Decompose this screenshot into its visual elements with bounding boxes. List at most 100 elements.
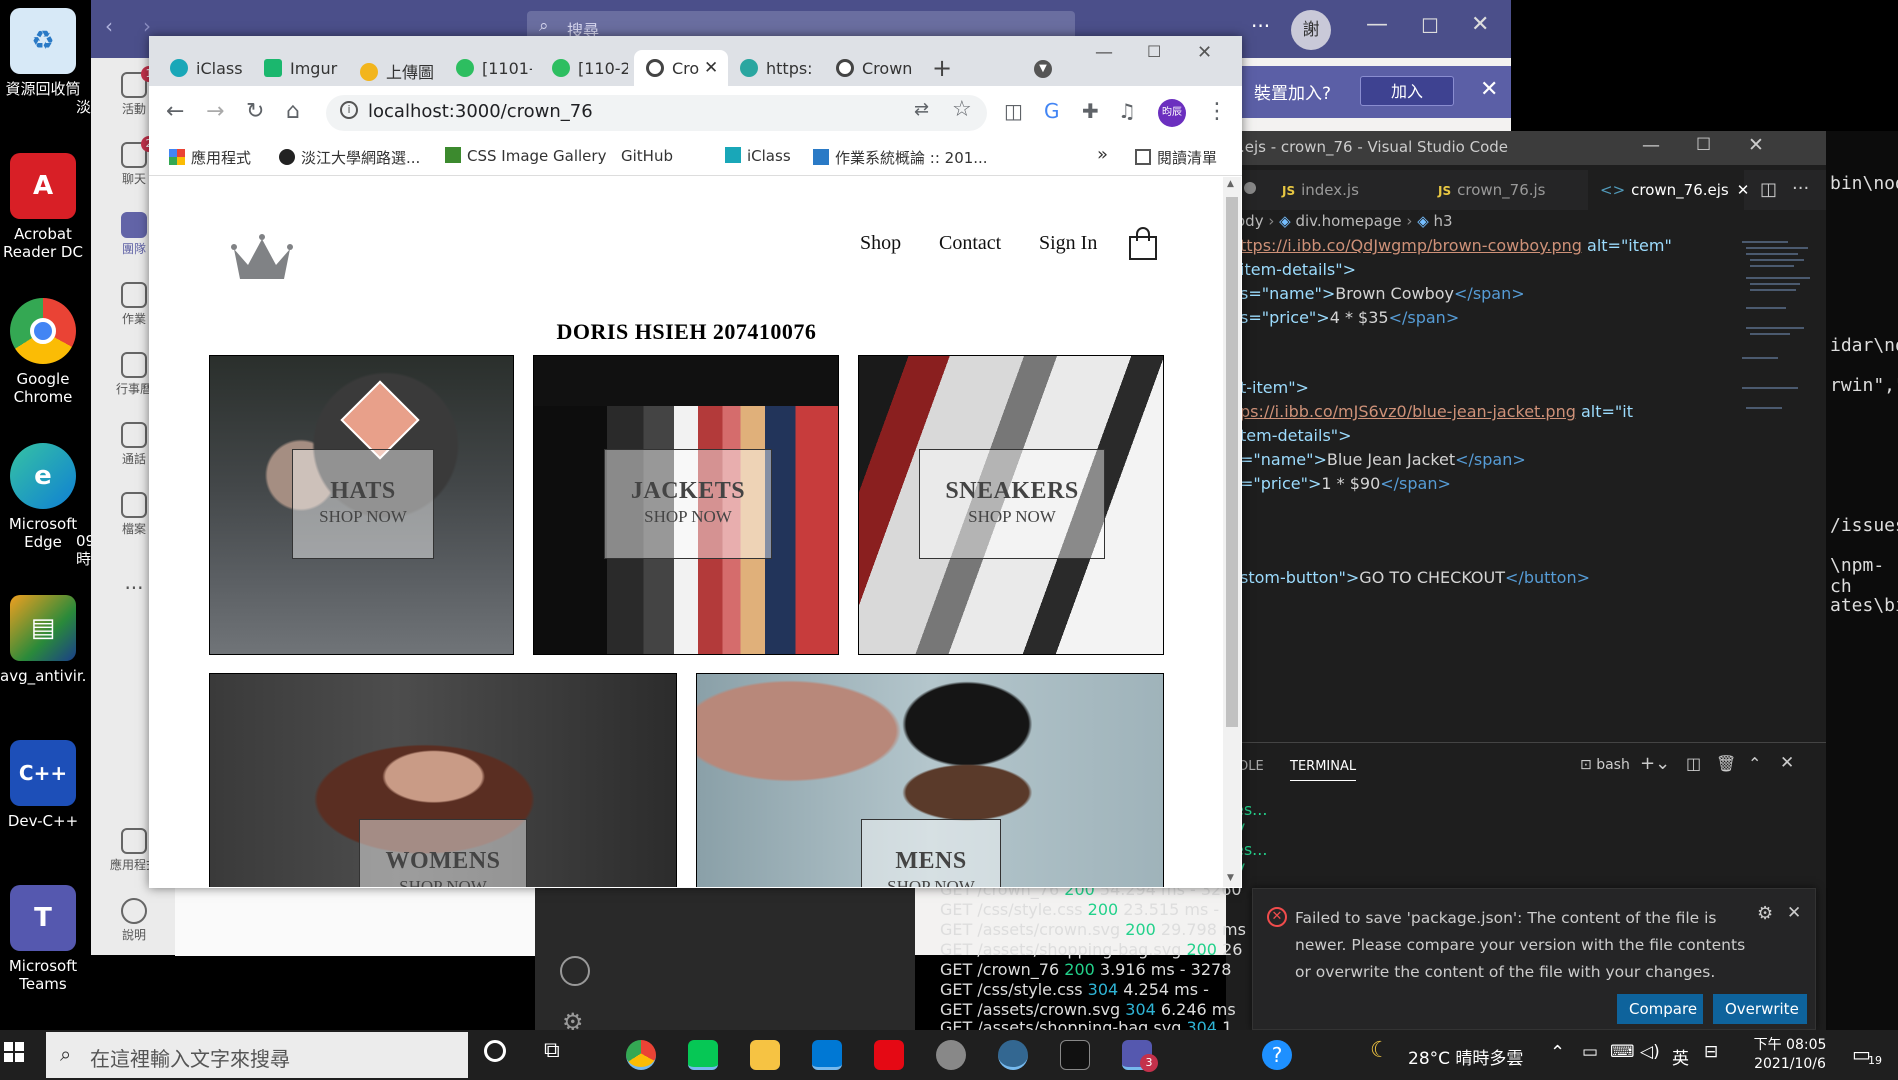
taskbar-vscode-icon[interactable] (812, 1040, 842, 1070)
maximize-icon[interactable]: ☐ (1696, 135, 1711, 155)
tab-index-js[interactable]: JS index.js (1270, 170, 1371, 210)
close-icon[interactable]: ✕ (1748, 134, 1764, 156)
clock-date[interactable]: 2021/10/6 (1748, 1056, 1832, 1072)
extensions-puzzle-icon[interactable]: ✚ (1082, 99, 1099, 123)
close-icon[interactable]: ✕ (1471, 12, 1489, 37)
panel-tab-terminal[interactable]: TERMINAL (1290, 759, 1357, 781)
line-extension-icon[interactable]: ◫ (1004, 99, 1023, 123)
code-line[interactable]: t-item"> (1240, 378, 1309, 397)
back-arrow-icon[interactable]: ‹ (105, 14, 113, 38)
split-terminal-icon[interactable]: ◫ (1686, 754, 1701, 773)
taskbar-file-explorer-icon[interactable] (750, 1040, 780, 1070)
minimize-icon[interactable]: — (1642, 135, 1660, 156)
battery-icon[interactable]: ▭ (1582, 1042, 1598, 1062)
bookmark-tku-course[interactable]: 淡江大學網路選... (279, 147, 420, 168)
category-tile-jackets[interactable]: JACKETS SHOP NOW (533, 355, 839, 655)
gear-icon[interactable]: ⚙ (1757, 903, 1773, 924)
desktop-icon-chrome[interactable]: Google Chrome (0, 298, 86, 406)
maximize-icon[interactable]: ☐ (1147, 42, 1161, 61)
chrome-tab[interactable]: [1101- (456, 52, 532, 86)
shopping-bag-icon[interactable] (1128, 227, 1158, 261)
translate-icon[interactable]: ⇄ (914, 99, 929, 120)
home-icon[interactable]: ⌂ (286, 99, 300, 124)
add-terminal-icon[interactable]: +⌄ (1640, 753, 1670, 774)
taskbar-chrome-icon[interactable] (626, 1040, 656, 1070)
nav-sign-in[interactable]: Sign In (1039, 232, 1097, 255)
new-tab-button[interactable]: + (932, 54, 952, 82)
taskbar-netflix-icon[interactable] (874, 1040, 904, 1070)
overwrite-button[interactable]: Overwrite (1713, 994, 1807, 1024)
category-tile-sneakers[interactable]: SNEAKERS SHOP NOW (858, 355, 1164, 655)
reload-icon[interactable]: ↻ (246, 99, 264, 124)
chevron-up-icon[interactable]: ⌃ (1748, 754, 1761, 773)
help-icon[interactable]: ? (1262, 1040, 1292, 1070)
volume-icon[interactable]: ◁) (1640, 1042, 1660, 1062)
nav-contact[interactable]: Contact (939, 232, 1001, 255)
chrome-tab[interactable]: Crown (836, 52, 912, 86)
bookmark-os-course[interactable]: 作業系統概論 :: 201... (813, 147, 988, 168)
chrome-tab[interactable]: 上傳圖 (360, 52, 436, 86)
chrome-tab[interactable]: iClass (170, 52, 246, 86)
split-editor-icon[interactable]: ◫ (1760, 179, 1777, 200)
notification-close-icon[interactable]: ✕ (1787, 903, 1801, 923)
forward-arrow-icon[interactable]: › (143, 14, 151, 38)
bookmark-css-gallery[interactable]: CSS Image Gallery (445, 147, 606, 165)
reading-list[interactable]: 閱讀清單 (1135, 147, 1217, 168)
crown-logo-icon[interactable] (230, 231, 294, 281)
scroll-down-icon[interactable]: ▼ (1227, 873, 1234, 883)
code-line[interactable]: s="name">Brown Cowboy</span> (1240, 284, 1525, 303)
code-line[interactable]: item-details"> (1240, 260, 1356, 279)
tab-close-icon[interactable]: ✕ (704, 58, 718, 78)
category-tile-mens[interactable]: MENS SHOP NOW (696, 673, 1164, 887)
desktop-icon-avg[interactable]: ▤ avg_antivir... (0, 595, 86, 685)
bookmark-iclass[interactable]: iClass (725, 147, 791, 165)
windows-start-icon[interactable] (4, 1042, 24, 1062)
address-bar[interactable]: i localhost:3000/crown_76 ⇄ ☆ (326, 95, 987, 131)
more-actions-icon[interactable]: ··· (1792, 178, 1809, 199)
desktop-icon-teams[interactable]: T Microsoft Teams (0, 885, 86, 993)
chrome-tab[interactable]: [110-2 (552, 52, 628, 86)
terminal-shell-selector[interactable]: ⊡ bash (1580, 757, 1630, 773)
ime-indicator[interactable]: 英 (1672, 1044, 1689, 1069)
scrollbar-thumb[interactable] (1226, 197, 1238, 727)
trash-icon[interactable]: 🗑 (1716, 754, 1736, 773)
category-tile-womens[interactable]: WOMENS SHOP NOW (209, 673, 677, 887)
category-tile-hats[interactable]: HATS SHOP NOW (209, 355, 514, 655)
weather-text[interactable]: 28°C 晴時多雲 (1408, 1044, 1523, 1069)
minimize-icon[interactable]: — (1095, 42, 1113, 63)
tab-crown-76-js[interactable]: JS crown_76.js (1426, 170, 1557, 210)
taskbar-line-icon[interactable] (688, 1040, 718, 1070)
page-scrollbar[interactable]: ▲ ▼ (1223, 177, 1241, 887)
code-line[interactable]: ttps://i.ibb.co/QdJwgmp/brown-cowboy.png… (1240, 236, 1672, 255)
bookmarks-overflow[interactable]: » (1097, 144, 1108, 165)
clock-time[interactable]: 下午 08:05 (1748, 1034, 1832, 1054)
tray-chevron-up-icon[interactable]: ⌃ (1550, 1042, 1565, 1063)
desktop-icon-edge[interactable]: e Microsoft Edge (0, 443, 86, 551)
cortana-icon[interactable] (484, 1040, 506, 1062)
bookmark-apps[interactable]: 應用程式 (169, 147, 251, 168)
rail-item-help[interactable]: 說明 (91, 898, 177, 943)
code-minimap[interactable] (1738, 238, 1824, 428)
scroll-up-icon[interactable]: ▲ (1227, 179, 1234, 189)
task-view-icon[interactable]: ⧉ (544, 1038, 560, 1063)
code-line[interactable]: ps://i.ibb.co/mJS6vz0/blue-jean-jacket.p… (1240, 402, 1633, 421)
code-line[interactable]: ="name">Blue Jean Jacket</span> (1240, 450, 1526, 469)
taskbar-app-icon[interactable] (936, 1040, 966, 1070)
star-icon[interactable]: ☆ (952, 97, 972, 122)
taskbar-terminal-icon[interactable] (1060, 1040, 1090, 1070)
minimize-icon[interactable]: — (1366, 12, 1388, 37)
chrome-tab[interactable]: https: (740, 52, 816, 86)
network-icon[interactable]: ⌨ (1610, 1042, 1635, 1062)
person-icon[interactable] (560, 956, 590, 986)
desktop-icon-devcpp[interactable]: C++ Dev-C++ (0, 740, 86, 830)
bookmark-github[interactable]: GitHub (621, 147, 673, 165)
panel-close-icon[interactable]: ✕ (1780, 753, 1794, 773)
close-icon[interactable]: ✕ (1197, 42, 1212, 63)
media-control-icon[interactable]: ♫ (1118, 99, 1136, 123)
banner-close-icon[interactable]: ✕ (1480, 77, 1498, 102)
more-options-icon[interactable]: ··· (1251, 14, 1270, 38)
tab-crown-76-ejs[interactable]: <> crown_76.ejs ✕ (1588, 170, 1749, 210)
maximize-icon[interactable]: ☐ (1421, 14, 1439, 38)
desktop-icon-acrobat[interactable]: A Acrobat Reader DC (0, 153, 86, 261)
code-line[interactable]: ="price">1 * $90</span> (1240, 474, 1451, 493)
